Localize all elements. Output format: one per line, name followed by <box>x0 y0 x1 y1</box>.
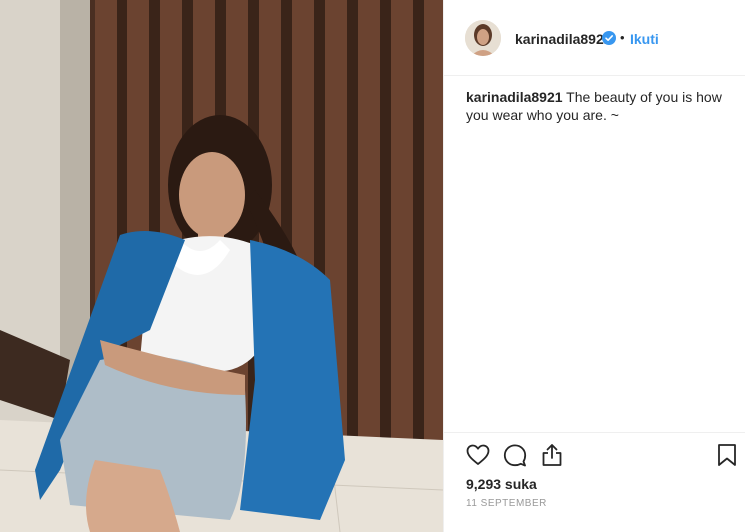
post-image[interactable] <box>0 0 443 532</box>
separator-dot: • <box>620 30 625 45</box>
post-caption: karinadila8921 The beauty of you is how … <box>466 88 732 124</box>
post-actions: 9,293 suka 11 SEPTEMBER <box>444 432 745 532</box>
share-icon[interactable] <box>539 442 565 468</box>
avatar[interactable] <box>465 20 501 56</box>
post-header: karinadila8921 • Ikuti <box>444 0 745 76</box>
post-details-panel: karinadila8921 • Ikuti karinadila8921 Th… <box>443 0 745 532</box>
likes-count[interactable]: 9,293 suka <box>466 476 537 492</box>
heart-icon[interactable] <box>465 442 491 468</box>
username-link[interactable]: karinadila8921 <box>515 31 612 47</box>
verified-badge-icon <box>602 31 616 45</box>
bookmark-icon[interactable] <box>714 442 740 468</box>
post-date[interactable]: 11 SEPTEMBER <box>466 498 547 509</box>
follow-button[interactable]: Ikuti <box>630 31 659 47</box>
caption-username[interactable]: karinadila8921 <box>466 89 563 105</box>
comment-icon[interactable] <box>502 442 528 468</box>
avatar-image <box>465 20 501 56</box>
